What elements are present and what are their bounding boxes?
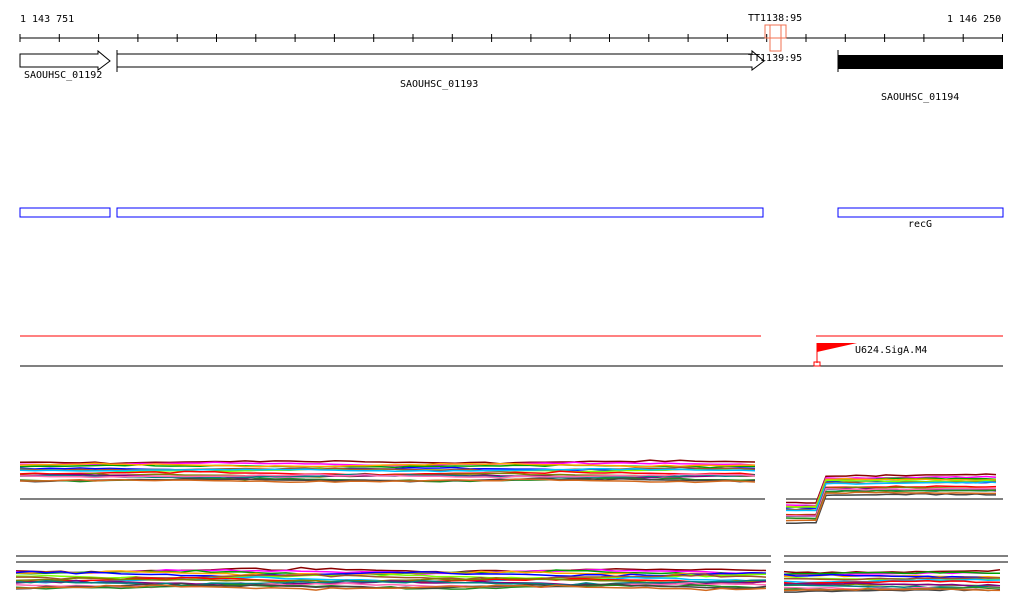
ruler-start-label: 1 143 751: [20, 14, 75, 25]
genome-browser-canvas: [15, 24, 1008, 593]
position-ruler: [19, 34, 1003, 42]
expression-trace: [783, 580, 1001, 585]
gene-label[interactable]: SAOUHSC_01194: [881, 92, 959, 104]
expression-tracks: [15, 459, 1008, 593]
gene-label[interactable]: SAOUHSC_01193: [400, 79, 478, 91]
promoter-label[interactable]: U624.SigA.M4: [855, 345, 927, 357]
terminator-label[interactable]: TT1138:95: [748, 13, 802, 25]
gene-arrow-SAOUHSC_01192: [19, 49, 111, 71]
terminator-marks: [764, 24, 787, 52]
gene-block-SAOUHSC_01194: [838, 55, 1003, 69]
annotation-label[interactable]: recG: [908, 219, 932, 231]
promoter-flag-icon: [817, 343, 857, 352]
terminator-label[interactable]: TT1139:95: [748, 53, 802, 65]
gene-track: [19, 49, 1003, 72]
ruler-end-label: 1 146 250: [947, 14, 1002, 25]
gene-arrow-SAOUHSC_01193: [116, 49, 765, 71]
annotation-track: [19, 207, 1004, 218]
gene-label[interactable]: SAOUHSC_01192: [24, 70, 102, 82]
